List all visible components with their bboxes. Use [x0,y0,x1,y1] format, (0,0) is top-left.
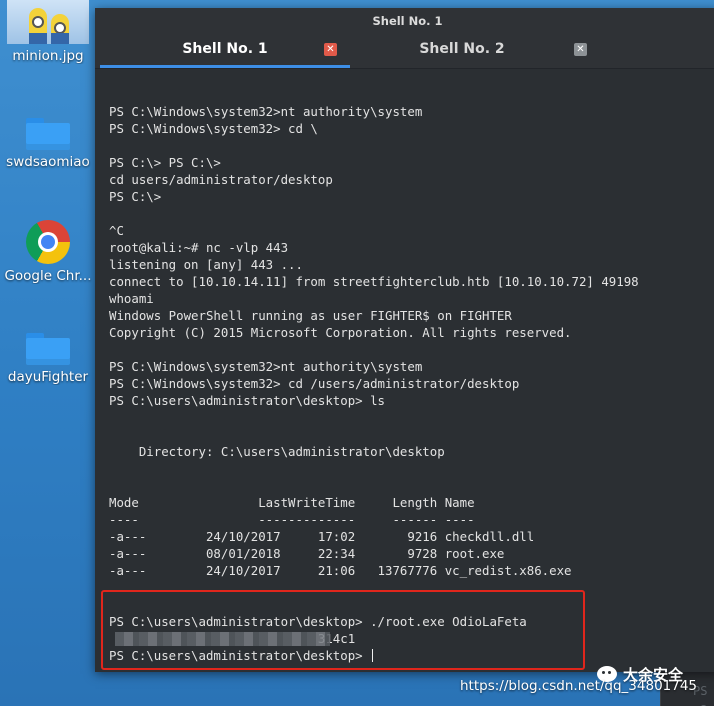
terminal-line: -a--- 08/01/2018 22:34 9728 root.exe [109,546,505,561]
close-icon[interactable]: ✕ [574,43,587,56]
terminal-line: PS C:\Windows\system32>nt authority\syst… [109,359,423,374]
watermark-url: https://blog.csdn.net/qq_34801745 [460,678,698,694]
terminal-line: whoami [109,291,154,306]
folder-icon [26,333,70,365]
terminal-line: Mode LastWriteTime Length Name [109,495,475,510]
terminal-line: connect to [10.10.14.11] from streetfigh… [109,274,639,289]
desktop-icon-label: dayuFighter [7,369,89,385]
terminal-line: Windows PowerShell running as user FIGHT… [109,308,512,323]
close-icon[interactable]: ✕ [324,43,337,56]
terminal-line: -a--- 24/10/2017 21:06 13767776 vc_redis… [109,563,572,578]
chrome-icon [26,220,70,264]
tab-shell-2[interactable]: Shell No. 2 [337,34,587,68]
terminal-line: cd users/administrator/desktop [109,172,333,187]
terminal-lines: PS C:\Windows\system32>nt authority\syst… [109,103,639,664]
terminal-line: Directory: C:\users\administrator\deskto… [109,444,445,459]
desktop-icon-label: minion.jpg [12,48,84,64]
folder-icon [26,118,70,150]
terminal-line: listening on [any] 443 ... [109,257,303,272]
highlight-box [101,590,585,670]
tab-shell-1[interactable]: Shell No. 1 [100,34,350,68]
image-thumbnail-icon [7,0,89,44]
tab-label: Shell No. 1 [182,41,268,57]
terminal-window[interactable]: Shell No. 1 Shell No. 1 ✕ Shell No. 2 ✕ … [95,8,714,672]
terminal-line: PS C:\Windows\system32>nt authority\syst… [109,104,423,119]
desktop-icon-minion[interactable]: minion.jpg [0,0,96,64]
terminal-line: Copyright (C) 2015 Microsoft Corporation… [109,325,572,340]
terminal-output[interactable]: PS C:\Windows\system32>nt authority\syst… [95,69,714,672]
tab-bar: Shell No. 1 ✕ Shell No. 2 ✕ [95,34,714,69]
desktop-icon-label: swdsaomiao [6,154,90,170]
terminal-line: PS C:\Windows\system32> cd \ [109,121,318,136]
tab-label: Shell No. 2 [419,41,505,57]
terminal-line: ^C [109,223,124,238]
terminal-line: PS C:\Windows\system32> cd /users/admini… [109,376,520,391]
window-title: Shell No. 1 [95,8,714,34]
terminal-line: PS C:\users\administrator\desktop> ls [109,393,386,408]
desktop-icon-label: Google Chr... [4,268,92,284]
background-terminal-line: -a [661,700,714,706]
desktop-icon-google-chrome[interactable]: Google Chr... [0,220,96,284]
desktop-icon-swdsaomiao[interactable]: swdsaomiao [0,118,96,170]
terminal-line: root@kali:~# nc -vlp 443 [109,240,289,255]
terminal-line: PS C:\> [109,189,162,204]
terminal-line: PS C:\> PS C:\> [109,155,221,170]
desktop-icon-dayufighter[interactable]: dayuFighter [0,333,96,385]
terminal-line: ---- ------------- ------ ---- [109,512,475,527]
terminal-line: -a--- 24/10/2017 17:02 9216 checkdll.dll [109,529,535,544]
